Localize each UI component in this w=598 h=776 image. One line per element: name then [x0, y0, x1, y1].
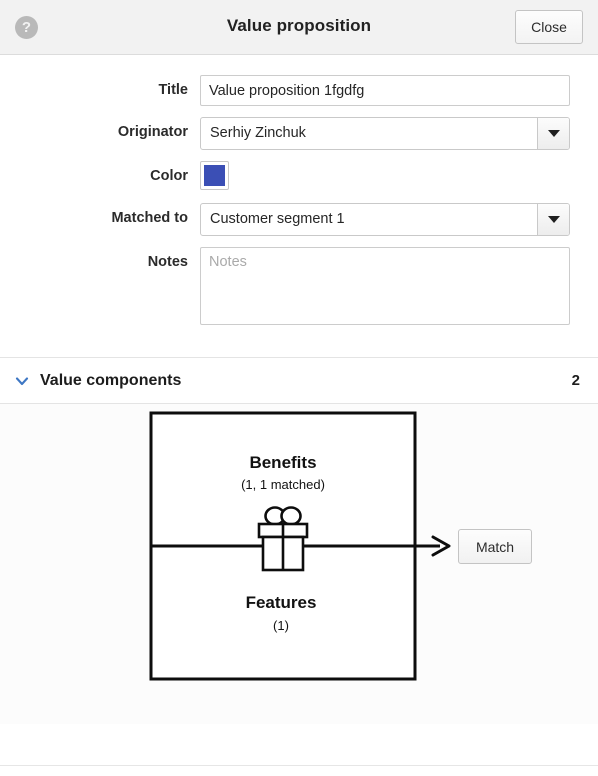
value-components-diagram: Benefits (1, 1 matched) Features (1) Mat… [0, 404, 598, 724]
originator-label: Originator [117, 124, 188, 140]
gift-icon[interactable] [257, 506, 309, 572]
matched-to-selected-value: Customer segment 1 [210, 211, 345, 227]
value-proposition-form: Title Originator Serhiy Zinchuk Color Ma… [0, 55, 598, 357]
value-components-title: Value components [40, 371, 182, 389]
form-row-matched-to: Matched to Customer segment 1 [0, 203, 598, 236]
value-components-header[interactable]: Value components 2 [0, 358, 598, 404]
title-label: Title [158, 82, 188, 98]
form-row-color: Color [0, 161, 598, 192]
originator-select[interactable]: Serhiy Zinchuk [200, 117, 570, 150]
close-button[interactable]: Close [515, 10, 583, 44]
features-label: Features [246, 593, 317, 612]
title-input[interactable] [200, 75, 570, 106]
form-row-originator: Originator Serhiy Zinchuk [0, 117, 598, 150]
bottom-divider [0, 765, 598, 766]
page-title: Value proposition [226, 16, 372, 35]
color-swatch-button[interactable] [200, 161, 229, 190]
matched-to-select[interactable]: Customer segment 1 [200, 203, 570, 236]
features-count: (1) [273, 618, 289, 633]
title-field-wrap [200, 75, 570, 106]
notes-label: Notes [147, 254, 188, 270]
chevron-down-icon[interactable] [537, 118, 569, 149]
color-label: Color [150, 168, 188, 184]
originator-field-wrap: Serhiy Zinchuk [200, 117, 570, 150]
benefits-features-diagram: Benefits (1, 1 matched) Features (1) [149, 411, 451, 681]
color-field-wrap [200, 161, 570, 190]
color-chip [204, 165, 225, 186]
benefits-count: (1, 1 matched) [241, 477, 325, 492]
form-row-title: Title [0, 75, 598, 106]
notes-textarea[interactable] [200, 247, 570, 325]
matched-to-field-wrap: Customer segment 1 [200, 203, 570, 236]
dialog-header: ? Value proposition Close [0, 0, 598, 55]
match-button[interactable]: Match [458, 529, 532, 564]
chevron-down-icon[interactable] [14, 373, 30, 389]
notes-field-wrap [200, 247, 570, 330]
benefits-label: Benefits [249, 453, 316, 472]
chevron-down-icon[interactable] [537, 204, 569, 235]
form-row-notes: Notes [0, 247, 598, 330]
matched-to-label: Matched to [111, 210, 188, 226]
originator-selected-value: Serhiy Zinchuk [210, 125, 306, 141]
value-components-count: 2 [571, 372, 580, 389]
